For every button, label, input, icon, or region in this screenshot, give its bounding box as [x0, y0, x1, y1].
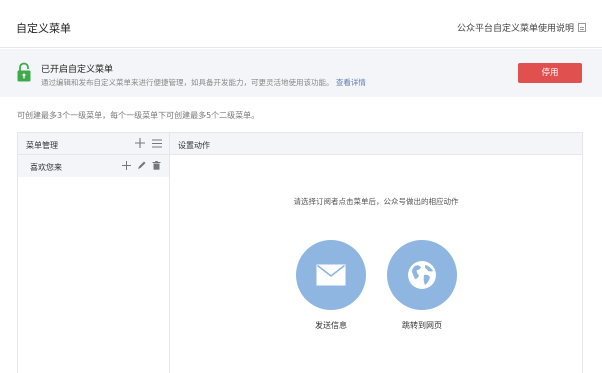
disable-button[interactable]: 停用 — [518, 63, 582, 83]
menu-limit-note: 可创建最多3个一级菜单，每个一级菜单下可创建最多5个二级菜单。 — [17, 111, 260, 120]
set-action-label: 设置动作 — [178, 141, 210, 150]
send-message-button[interactable] — [296, 240, 366, 310]
jump-to-webpage-action[interactable]: 跳转到网页 — [387, 240, 457, 331]
set-action-column: 设置动作 请选择订阅者点击菜单后，公众号做出的相应动作 发送信息 跳转到网页 — [170, 133, 582, 373]
send-message-label: 发送信息 — [315, 321, 347, 330]
jump-to-webpage-label: 跳转到网页 — [402, 321, 442, 330]
add-menu-icon[interactable] — [135, 138, 145, 148]
lock-icon — [17, 62, 31, 82]
add-submenu-icon[interactable] — [122, 161, 131, 170]
menu-management-label: 菜单管理 — [26, 141, 58, 150]
delete-icon[interactable] — [152, 161, 161, 170]
menu-management-column: 菜单管理 喜欢您来 — [18, 133, 170, 373]
sort-menu-icon[interactable] — [152, 139, 162, 148]
envelope-icon — [316, 264, 346, 286]
menu-item-label: 喜欢您来 — [30, 163, 62, 172]
edit-icon[interactable] — [137, 161, 146, 170]
banner-title: 已开启自定义菜单 — [41, 65, 114, 75]
menu-item[interactable]: 喜欢您来 — [18, 155, 169, 177]
help-link-label: 公众平台自定义菜单使用说明 — [456, 24, 574, 34]
page-title: 自定义菜单 — [16, 22, 71, 35]
banner-description: 通过编辑和发布自定义菜单来进行便捷管理，如具备开发能力，可更灵活地使用该功能。 … — [41, 77, 366, 88]
status-banner: 已开启自定义菜单 通过编辑和发布自定义菜单来进行便捷管理，如具备开发能力，可更灵… — [0, 49, 602, 97]
send-message-action[interactable]: 发送信息 — [296, 240, 366, 331]
menu-management-header: 菜单管理 — [18, 133, 169, 155]
globe-icon — [408, 261, 436, 289]
set-action-header: 设置动作 — [170, 133, 582, 155]
help-link[interactable]: 公众平台自定义菜单使用说明 — [457, 21, 586, 34]
jump-to-webpage-button[interactable] — [387, 240, 457, 310]
document-icon — [578, 23, 586, 32]
menu-editor-panel: 菜单管理 喜欢您来 设置动作 请选择订阅者点击菜单后，公众号做出的相应动作 发送… — [17, 132, 583, 373]
banner-description-text: 通过编辑和发布自定义菜单来进行便捷管理，如具备开发能力，可更灵活地使用该功能。 — [41, 78, 334, 87]
view-details-link[interactable]: 查看详情 — [336, 78, 366, 87]
page-header: 自定义菜单 公众平台自定义菜单使用说明 — [0, 0, 602, 48]
action-prompt: 请选择订阅者点击菜单后，公众号做出的相应动作 — [293, 197, 459, 206]
